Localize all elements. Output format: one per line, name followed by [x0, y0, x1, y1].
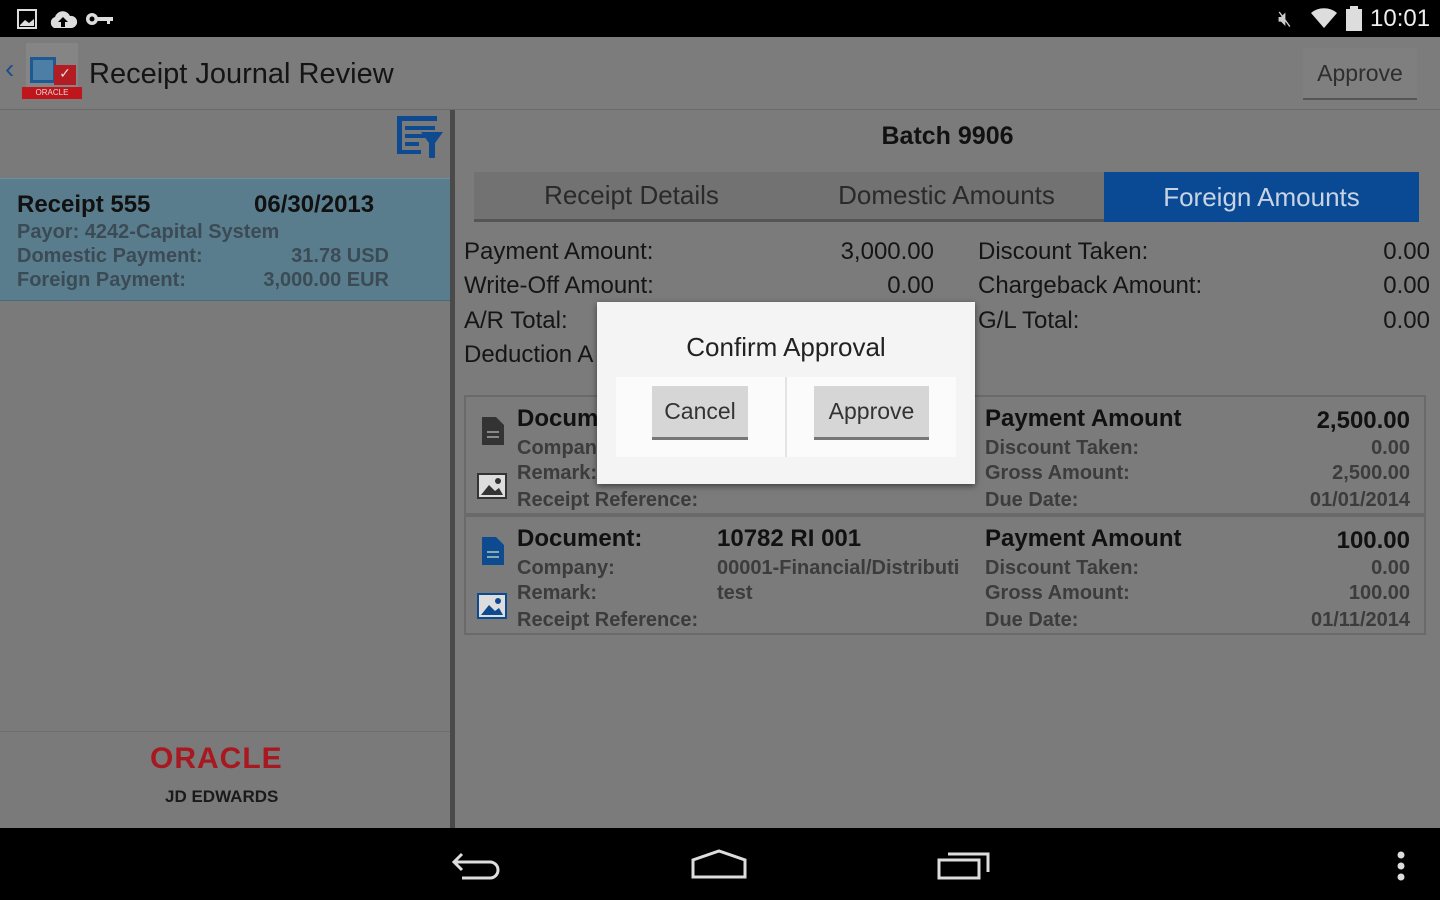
tab-foreign-amounts[interactable]: Foreign Amounts	[1104, 172, 1419, 222]
home-icon[interactable]	[690, 848, 748, 880]
image-attachment-icon[interactable]	[477, 593, 507, 621]
summary-value: 0.00	[887, 272, 934, 299]
remark-label: Remark:	[517, 462, 598, 484]
foreign-value: 3,000.00 EUR	[263, 269, 389, 291]
back-icon[interactable]	[450, 850, 504, 882]
approve-action-button[interactable]: Approve	[1303, 48, 1417, 100]
tab-receipt-details[interactable]: Receipt Details	[474, 172, 789, 222]
summary-value: 3,000.00	[840, 238, 934, 265]
mute-icon: 🔇︎	[1278, 6, 1292, 31]
battery-icon	[1346, 6, 1362, 31]
due-label: Due Date:	[985, 489, 1079, 511]
approve-button[interactable]: Approve	[814, 386, 929, 440]
dialog-title: Confirm Approval	[686, 332, 886, 362]
summary-label: Discount Taken:	[978, 238, 1149, 265]
image-icon	[17, 9, 37, 29]
navigation-bar	[0, 828, 1440, 900]
payment-value: 100.00	[1336, 527, 1410, 554]
summary-label: Payment Amount:	[464, 238, 654, 265]
discount-label: Discount Taken:	[985, 557, 1140, 579]
action-bar: ‹ ✓ ORACLE Receipt Journal Review Approv…	[0, 37, 1440, 110]
document-card[interactable]: Document: 10782 RI 001 Company: 00001-Fi…	[464, 515, 1426, 635]
foreign-label: Foreign Payment:	[17, 269, 186, 291]
domestic-label: Domestic Payment:	[17, 245, 203, 267]
due-label: Due Date:	[985, 609, 1079, 631]
due-value: 01/11/2014	[1311, 609, 1410, 631]
gross-value: 100.00	[1348, 582, 1410, 604]
wifi-icon	[1311, 8, 1337, 28]
domestic-value: 31.78 USD	[291, 245, 389, 267]
key-icon	[86, 13, 113, 25]
cancel-button[interactable]: Cancel	[652, 386, 748, 440]
payment-label: Payment Amount	[985, 525, 1182, 552]
company-label: Compan	[517, 437, 597, 459]
summary-value: 0.00	[1383, 238, 1430, 265]
receipt-list-panel: Receipt 555 06/30/2013 Payor: 4242-Capit…	[0, 110, 450, 828]
discount-value: 0.00	[1371, 437, 1410, 459]
divider	[0, 731, 450, 732]
receipt-title: Receipt 555	[17, 191, 151, 218]
jde-logo: JD EDWARDS	[165, 787, 279, 806]
back-chevron-icon[interactable]: ‹	[5, 53, 14, 85]
page-title: Receipt Journal Review	[89, 58, 394, 90]
cloud-upload-icon	[50, 11, 78, 28]
confirm-approval-dialog: Confirm Approval Cancel Approve	[597, 302, 975, 484]
reference-label: Receipt Reference:	[517, 609, 699, 631]
summary-value: 0.00	[1383, 307, 1430, 334]
gross-label: Gross Amount:	[985, 582, 1130, 604]
receipt-date: 06/30/2013	[254, 191, 375, 218]
summary-label: Deduction A	[464, 341, 594, 368]
discount-label: Discount Taken:	[985, 437, 1140, 459]
summary-value: 0.00	[1383, 272, 1430, 299]
doc-label: Document:	[517, 525, 643, 552]
image-attachment-icon[interactable]	[477, 473, 507, 501]
doc-value: 10782 RI 001	[717, 525, 862, 552]
payor: Payor: 4242-Capital System	[17, 221, 280, 243]
payment-label: Payment Amount	[985, 405, 1182, 432]
summary-label: Chargeback Amount:	[978, 272, 1203, 299]
check-icon: ✓	[54, 65, 76, 85]
tab-domestic-amounts[interactable]: Domestic Amounts	[789, 172, 1104, 222]
document-icon[interactable]	[482, 417, 504, 445]
overflow-menu-icon[interactable]	[1396, 850, 1406, 884]
payment-value: 2,500.00	[1316, 407, 1410, 434]
oracle-logo: ORACLE	[150, 742, 283, 775]
document-icon[interactable]	[482, 537, 504, 565]
remark-value: test	[717, 582, 753, 604]
summary-label: A/R Total:	[464, 307, 568, 334]
remark-label: Remark:	[517, 582, 598, 604]
reference-label: Receipt Reference:	[517, 489, 699, 511]
recent-apps-icon[interactable]	[936, 848, 994, 882]
clock: 10:01	[1370, 5, 1431, 32]
status-bar: 🔇︎ 10:01	[0, 0, 1440, 37]
gross-value: 2,500.00	[1332, 462, 1410, 484]
company-label: Company:	[517, 557, 615, 579]
doc-label: Docum	[517, 405, 599, 432]
divider	[785, 377, 787, 457]
discount-value: 0.00	[1371, 557, 1410, 579]
receipt-list-item[interactable]: Receipt 555 06/30/2013 Payor: 4242-Capit…	[0, 178, 450, 301]
filter-list-icon[interactable]	[397, 116, 443, 160]
app-logo[interactable]: ✓ ORACLE	[22, 43, 82, 101]
batch-title: Batch 9906	[881, 122, 1014, 150]
gross-label: Gross Amount:	[985, 462, 1130, 484]
summary-label: Write-Off Amount:	[464, 272, 654, 299]
due-value: 01/01/2014	[1309, 489, 1410, 511]
company-value: 00001-Financial/Distributi	[717, 557, 960, 579]
summary-label: G/L Total:	[978, 307, 1080, 334]
